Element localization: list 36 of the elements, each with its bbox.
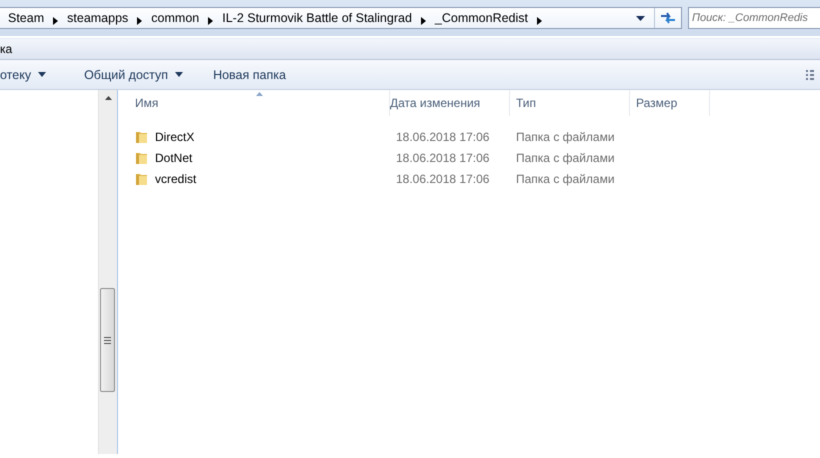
file-type: Папка с файлами (515, 172, 616, 186)
scrollbar[interactable] (98, 90, 117, 454)
breadcrumb[interactable]: _CommonRedist (434, 11, 528, 25)
folder-icon (135, 172, 149, 186)
menu-item[interactable]: ка (0, 42, 12, 56)
file-type: Папка с файлами (515, 150, 616, 164)
view-options-icon[interactable] (806, 68, 814, 80)
column-header[interactable]: Дата изменения (390, 90, 510, 116)
breadcrumb-arrow-icon[interactable] (537, 17, 542, 25)
folder-icon (135, 150, 149, 164)
toolbar-button[interactable]: Общий доступ (74, 64, 194, 86)
scrollbar-thumb[interactable] (100, 288, 115, 392)
file-name[interactable]: vcredist (155, 172, 196, 186)
file-type: Папка с файлами (515, 130, 616, 144)
breadcrumb[interactable]: Steam (8, 11, 44, 25)
column-header[interactable]: Размер (630, 90, 710, 116)
modified-date: 18.06.2018 17:06 (395, 150, 490, 164)
breadcrumb-arrow-icon[interactable] (137, 17, 142, 25)
file-name[interactable]: DotNet (155, 150, 192, 164)
refresh-icon[interactable] (660, 11, 676, 25)
modified-date: 18.06.2018 17:06 (395, 172, 490, 186)
breadcrumb[interactable]: IL-2 Sturmovik Battle of Stalingrad (222, 11, 412, 25)
toolbar-button[interactable]: отеку (0, 64, 56, 86)
modified-date: 18.06.2018 17:06 (395, 130, 490, 144)
breadcrumb-arrow-icon[interactable] (53, 17, 58, 25)
breadcrumb-arrow-icon[interactable] (420, 17, 426, 25)
breadcrumb-arrow-icon[interactable] (208, 17, 214, 25)
dropdown-arrow-icon[interactable] (636, 16, 645, 20)
toolbar-button[interactable]: Новая папка (203, 64, 296, 86)
scroll-up-arrow-icon[interactable] (104, 96, 112, 100)
breadcrumb[interactable]: steamapps (67, 11, 128, 25)
breadcrumb[interactable]: common (151, 11, 200, 25)
column-header[interactable]: Тип (510, 90, 630, 116)
search-field[interactable]: Поиск: _CommonRedis (688, 7, 820, 29)
folder-icon (135, 130, 149, 144)
file-name[interactable]: DirectX (155, 130, 194, 144)
